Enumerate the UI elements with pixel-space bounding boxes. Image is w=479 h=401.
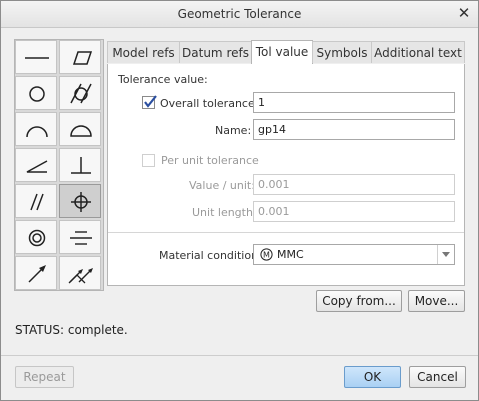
angularity-icon xyxy=(26,160,48,173)
concentricity-icon xyxy=(28,229,46,247)
flatness-button[interactable] xyxy=(59,40,101,74)
value-unit-label: Value / unit: xyxy=(189,179,255,192)
chevron-down-icon xyxy=(442,252,450,257)
angularity-button[interactable] xyxy=(15,148,57,182)
tab-additional-text[interactable]: Additional text xyxy=(371,41,465,63)
line-profile-icon xyxy=(26,126,48,138)
symbol-palette xyxy=(14,39,104,291)
straightness-button[interactable] xyxy=(15,40,57,74)
unit-length-field[interactable]: 0.001 xyxy=(253,201,455,222)
tol-value-panel: Tolerance value: Overall tolerance: 1 Na… xyxy=(107,64,465,286)
ok-button[interactable]: OK xyxy=(344,366,401,388)
check-mark-icon xyxy=(144,95,157,108)
circular-runout-button[interactable] xyxy=(15,256,57,290)
overall-tolerance-field[interactable]: 1 xyxy=(253,92,455,113)
footer-separator xyxy=(1,355,478,356)
material-condition-label: Material condition: xyxy=(159,249,262,262)
cylindricity-icon xyxy=(70,83,92,104)
line-profile-button[interactable] xyxy=(15,112,57,146)
tab-bar: Model refs Datum refs Tol value Symbols … xyxy=(107,40,465,65)
move-button[interactable]: Move... xyxy=(408,290,465,312)
circularity-icon xyxy=(29,86,45,102)
surface-profile-icon xyxy=(70,125,92,137)
geometric-tolerance-dialog: Geometric Tolerance ✕ Model refs Datum r… xyxy=(0,0,479,401)
tab-datum-refs[interactable]: Datum refs xyxy=(179,41,252,63)
name-label: Name: xyxy=(215,124,252,137)
per-unit-tolerance-label: Per unit tolerance xyxy=(161,154,259,167)
perpendicularity-icon xyxy=(71,157,91,174)
symmetry-button[interactable] xyxy=(59,220,101,254)
overall-tolerance-checkbox[interactable] xyxy=(142,95,157,109)
position-button[interactable] xyxy=(59,184,101,218)
tolerance-value-heading: Tolerance value: xyxy=(118,73,208,86)
window-title: Geometric Tolerance xyxy=(177,7,302,21)
surface-profile-button[interactable] xyxy=(59,112,101,146)
concentricity-button[interactable] xyxy=(15,220,57,254)
total-runout-button[interactable] xyxy=(59,256,101,290)
tab-symbols[interactable]: Symbols xyxy=(312,41,372,63)
tab-model-refs[interactable]: Model refs xyxy=(107,41,180,63)
status-text: STATUS: complete. xyxy=(15,323,128,337)
parallelism-button[interactable] xyxy=(15,184,57,218)
svg-text:M: M xyxy=(263,251,270,260)
parallelism-icon xyxy=(30,193,44,211)
dropdown-arrow[interactable] xyxy=(437,245,454,264)
material-condition-dropdown[interactable]: M MMC xyxy=(253,244,455,265)
per-unit-tolerance-checkbox[interactable] xyxy=(142,154,155,167)
cancel-button[interactable]: Cancel xyxy=(409,366,466,388)
straightness-icon xyxy=(25,57,49,59)
material-condition-value: MMC xyxy=(277,248,304,261)
circular-runout-icon xyxy=(28,265,46,283)
copy-from-button[interactable]: Copy from... xyxy=(316,290,402,312)
value-unit-field[interactable]: 0.001 xyxy=(253,174,455,195)
circularity-button[interactable] xyxy=(15,76,57,110)
panel-divider xyxy=(108,232,464,233)
cylindricity-button[interactable] xyxy=(59,76,101,110)
mmc-circle-m-icon: M xyxy=(260,248,273,261)
overall-tolerance-label: Overall tolerance: xyxy=(160,97,259,110)
unit-length-label: Unit length: xyxy=(192,206,257,219)
close-icon[interactable]: ✕ xyxy=(456,5,472,21)
flatness-icon xyxy=(72,51,93,65)
position-icon xyxy=(71,192,91,212)
repeat-button[interactable]: Repeat xyxy=(15,366,74,388)
tab-tol-value[interactable]: Tol value xyxy=(251,40,313,64)
name-field[interactable]: gp14 xyxy=(253,119,455,140)
perpendicularity-button[interactable] xyxy=(59,148,101,182)
total-runout-icon xyxy=(68,268,93,284)
symmetry-icon xyxy=(70,231,92,245)
title-bar: Geometric Tolerance ✕ xyxy=(1,1,478,28)
